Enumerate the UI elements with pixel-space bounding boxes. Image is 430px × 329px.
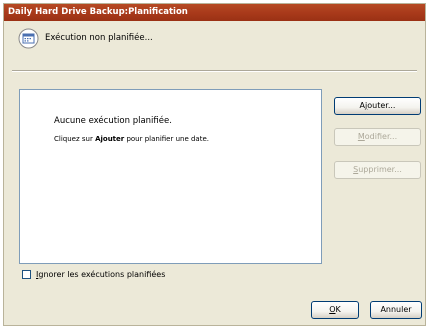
ignore-schedules-option[interactable]: Ignorer les exécutions planifiées	[22, 270, 165, 279]
ok-button[interactable]: OK	[311, 301, 359, 319]
edit-button[interactable]: Modifier...	[334, 128, 421, 146]
empty-list-title: Aucune exécution planifiée.	[54, 116, 172, 126]
ignore-schedules-checkbox[interactable]	[22, 270, 31, 279]
edit-button-label: odifier...	[364, 132, 398, 141]
empty-list-hint: Cliquez sur Ajouter pour planifier une d…	[54, 135, 209, 143]
status-text: Exécution non planifiée...	[45, 33, 153, 43]
edit-button-mnemonic: M	[357, 132, 365, 141]
dialog-title: Daily Hard Drive Backup:Planification	[4, 4, 425, 21]
ignore-schedules-label[interactable]: Ignorer les exécutions planifiées	[36, 270, 165, 279]
header-divider	[12, 70, 417, 72]
ok-button-label: K	[335, 305, 341, 314]
add-button-label-end: outer...	[367, 101, 396, 110]
schedule-calendar-icon	[18, 28, 39, 49]
cancel-button[interactable]: Annuler	[370, 301, 422, 319]
schedule-list[interactable]: Aucune exécution planifiée. Cliquez sur …	[19, 89, 322, 264]
hint-add-keyword: Ajouter	[95, 135, 125, 143]
hint-prefix: Cliquez sur	[54, 135, 96, 143]
schedule-status: Exécution non planifiée...	[18, 26, 153, 50]
checkbox-label-text: gnorer les exécutions planifiées	[38, 270, 166, 279]
delete-button-label: upprimer...	[358, 165, 402, 174]
add-button[interactable]: Ajouter...	[334, 97, 421, 115]
delete-button[interactable]: Supprimer...	[334, 161, 421, 179]
planification-dialog: Daily Hard Drive Backup:Planification Ex…	[3, 3, 426, 326]
hint-suffix: pour planifier une date.	[124, 135, 210, 143]
